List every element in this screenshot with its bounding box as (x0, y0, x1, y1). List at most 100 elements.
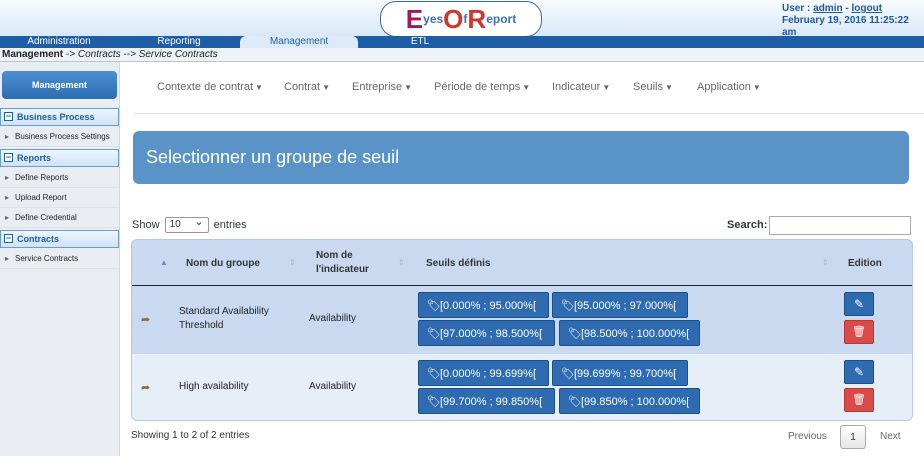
share-arrow-icon: ➦ (141, 382, 151, 394)
column-header-indicator[interactable]: Nom de l'indicateur (316, 240, 369, 286)
caret-down-icon: ▼ (602, 83, 611, 92)
filter-label: Contexte de contrat (157, 81, 254, 93)
table-row[interactable]: ➦ High availability Availability 🏷[0.000… (132, 354, 912, 420)
collapse-icon: − (4, 233, 13, 243)
filter-label: Contrat (284, 81, 321, 93)
threshold-label: [0.000% ; 99.699%[ (440, 368, 537, 380)
sidebar-item-define-reports[interactable]: Define Reports (0, 168, 119, 188)
filter-label: Application (697, 81, 751, 93)
delete-button[interactable]: 🗑 (844, 388, 874, 412)
cell-indicator: Availability (309, 381, 357, 392)
search-input[interactable] (769, 216, 911, 235)
nav-etl[interactable]: ETL (360, 36, 480, 48)
caret-down-icon: ▼ (322, 83, 330, 92)
threshold-tag[interactable]: 🏷[99.699% ; 99.700%[ (552, 360, 688, 386)
threshold-label: [95.000% ; 97.000%[ (574, 300, 677, 312)
sidebar-group-business-process[interactable]: − Business Process (0, 108, 119, 126)
logo-letter-o: O (443, 3, 464, 34)
collapse-icon: − (4, 152, 13, 162)
filter-periode-de-temps[interactable]: Période de temps ▼ (434, 81, 530, 93)
sidebar-item-business-process-settings[interactable]: Business Process Settings (0, 127, 119, 147)
filter-entreprise[interactable]: Entreprise ▼ (352, 81, 412, 93)
caret-down-icon: ▼ (664, 83, 673, 92)
threshold-label: [99.850% ; 100.000%[ (581, 396, 690, 408)
filter-label: Indicateur (552, 81, 601, 93)
trash-icon: 🗑 (852, 326, 866, 338)
sort-asc-icon[interactable]: ▲ (160, 258, 168, 267)
sidebar-group-contracts[interactable]: − Contracts (0, 230, 119, 248)
sort-icon[interactable]: ⇕ (822, 258, 829, 267)
tag-icon: 🏷 (561, 368, 575, 380)
table-row[interactable]: ➦ Standard Availability Threshold Availa… (132, 286, 912, 354)
sidebar-title[interactable]: Management (2, 71, 117, 99)
sidebar-group-label: Contracts (17, 234, 60, 244)
sidebar-group-reports[interactable]: − Reports (0, 149, 119, 167)
delete-button[interactable]: 🗑 (844, 320, 874, 344)
user-separator: - (845, 3, 849, 14)
sidebar-item-service-contracts[interactable]: Service Contracts (0, 249, 119, 269)
filter-contexte-de-contrat[interactable]: Contexte de contrat ▼ (157, 81, 263, 93)
filter-contrat[interactable]: Contrat ▼ (284, 81, 330, 93)
length-show-label: Show (132, 218, 160, 231)
user-name-link[interactable]: admin (813, 3, 842, 14)
sidebar-group-label: Business Process (17, 112, 95, 122)
nav-reporting[interactable]: Reporting (118, 36, 240, 48)
logout-link[interactable]: logout (852, 3, 883, 14)
breadcrumb-path: -> Contracts --> Service Contracts (65, 49, 218, 60)
pencil-icon: ✎ (853, 365, 865, 379)
nav-management[interactable]: Management (240, 36, 358, 48)
threshold-label: [97.000% ; 98.500%[ (440, 328, 543, 340)
previous-page-button[interactable]: Previous (788, 425, 827, 449)
threshold-tag[interactable]: 🏷[98.500% ; 100.000%[ (559, 320, 700, 346)
tag-icon: 🏷 (561, 300, 575, 312)
entries-length-control: Show 10 entries (132, 215, 247, 233)
sidebar-item-upload-report[interactable]: Upload Report (0, 188, 119, 208)
threshold-tag[interactable]: 🏷[95.000% ; 97.000%[ (552, 292, 688, 318)
sidebar: Management − Business Process Business P… (0, 62, 120, 456)
next-page-button[interactable]: Next (880, 425, 901, 449)
column-header-group[interactable]: Nom du groupe (186, 240, 260, 286)
edit-button[interactable]: ✎ (844, 360, 874, 384)
sidebar-item-define-credential[interactable]: Define Credential (0, 208, 119, 228)
column-header-thresholds[interactable]: Seuils définis (426, 240, 490, 286)
edit-button[interactable]: ✎ (844, 292, 874, 316)
caret-down-icon: ▼ (752, 83, 761, 92)
tag-icon: 🏷 (427, 368, 441, 380)
app-header: Eyes Of Report User : admin - logout Febru… (0, 0, 924, 38)
page-1-button[interactable]: 1 (840, 425, 866, 449)
filter-label: Seuils (633, 81, 663, 93)
pencil-icon: ✎ (853, 297, 865, 311)
threshold-tag[interactable]: 🏷[0.000% ; 95.000%[ (418, 292, 549, 318)
group-name-line: High availability (179, 381, 249, 392)
user-label: User : (782, 3, 811, 14)
trash-icon: 🗑 (852, 394, 866, 406)
collapse-icon: − (4, 111, 13, 121)
threshold-label: [99.699% ; 99.700%[ (574, 368, 677, 380)
caret-down-icon: ▼ (404, 83, 413, 92)
threshold-tag[interactable]: 🏷[99.700% ; 99.850%[ (418, 388, 555, 414)
filter-indicateur[interactable]: Indicateur ▼ (552, 81, 610, 93)
threshold-tag[interactable]: 🏷[0.000% ; 99.699%[ (418, 360, 549, 386)
sort-icon[interactable]: ⇕ (398, 258, 405, 267)
breadcrumb: Management -> Contracts --> Service Cont… (0, 48, 924, 62)
filter-application[interactable]: Application ▼ (697, 81, 761, 93)
nav-administration[interactable]: Administration (0, 36, 118, 48)
threshold-tag[interactable]: 🏷[97.000% ; 98.500%[ (418, 320, 555, 346)
tag-icon: 🏷 (427, 300, 441, 312)
threshold-tag[interactable]: 🏷[99.850% ; 100.000%[ (559, 388, 700, 414)
sort-icon[interactable]: ⇕ (289, 258, 296, 267)
filter-seuils[interactable]: Seuils ▼ (633, 81, 673, 93)
tag-icon: 🏷 (427, 328, 441, 340)
group-name-line: Threshold (179, 320, 224, 331)
filter-label: Entreprise (352, 81, 403, 93)
tag-icon: 🏷 (568, 328, 582, 340)
cell-indicator: Availability (309, 313, 357, 324)
divider (134, 113, 924, 114)
share-arrow-icon: ➦ (141, 314, 151, 326)
column-header-edition: Edition (848, 257, 882, 269)
cell-group-name: Standard Availability Threshold (179, 305, 269, 333)
sidebar-group-label: Reports (17, 153, 52, 163)
threshold-label: [98.500% ; 100.000%[ (581, 328, 690, 340)
entries-select[interactable]: 10 (164, 215, 209, 233)
length-entries-label: entries (213, 218, 247, 231)
